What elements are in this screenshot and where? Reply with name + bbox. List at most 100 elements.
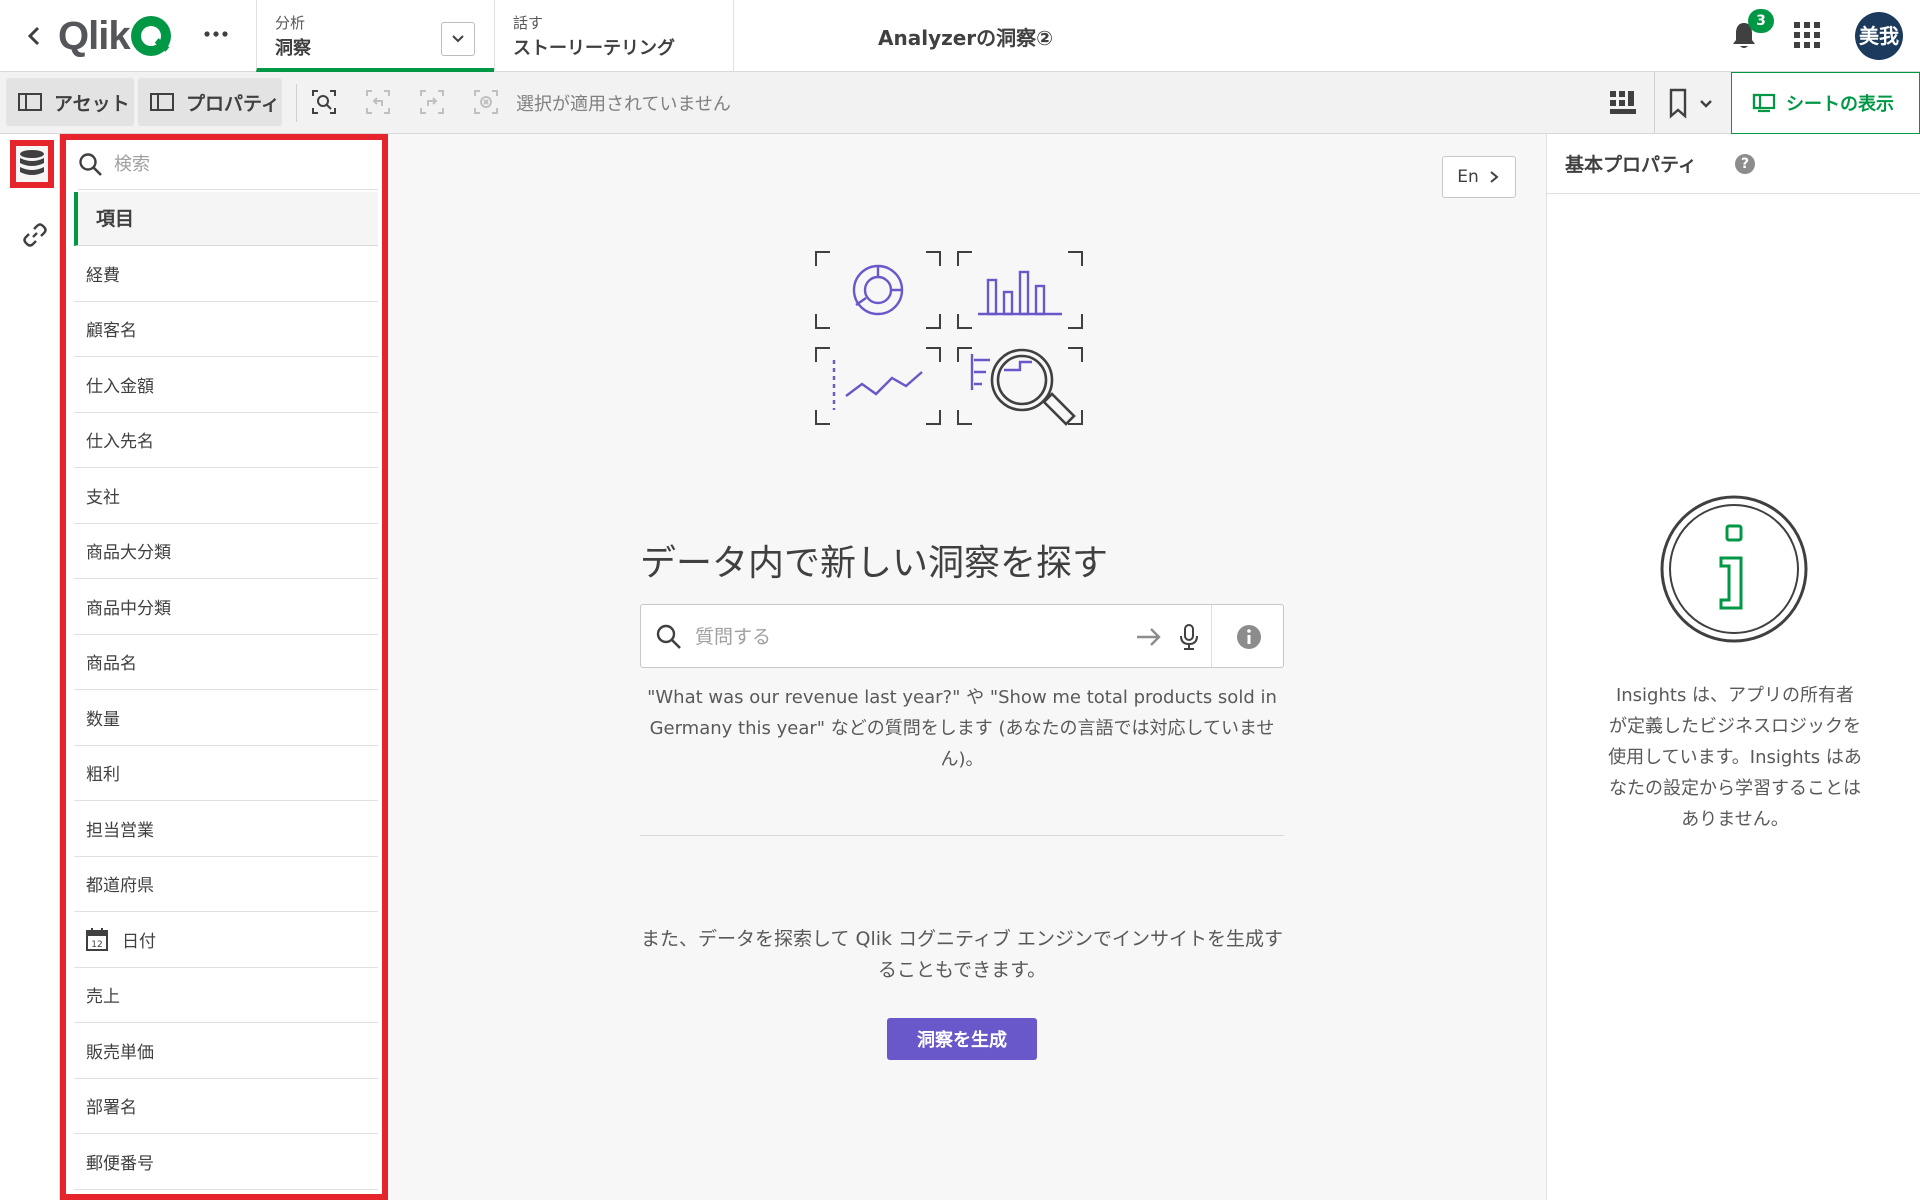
field-item-label: 都道府県 [86,876,154,897]
main-divider [640,835,1284,836]
field-item-label: 部署名 [86,1098,137,1119]
field-search-bar [78,140,378,190]
left-icon-rail [0,134,60,1200]
chevron-down-icon [452,35,464,43]
view-sheet-button[interactable]: シートの表示 [1731,72,1920,134]
language-button[interactable]: En [1442,156,1516,198]
field-item-label: 売上 [86,987,120,1008]
tab-narrate-label: 話す [513,14,544,32]
svg-text:12: 12 [91,940,102,950]
field-list: 経費顧客名仕入金額仕入先名支社商品大分類商品中分類商品名数量粗利担当営業都道府県… [74,246,378,1190]
field-item-label: 経費 [86,265,120,286]
field-item-label: 数量 [86,709,120,730]
view-sheet-label: シートの表示 [1786,94,1894,115]
field-item-label: 仕入先名 [86,432,154,453]
properties-panel: 基本プロパティ ? Insights は、アプリの所有者が定義したビジネスロジッ… [1546,134,1920,1200]
sheet-layout-icon[interactable] [1608,88,1638,118]
ask-question-input[interactable] [695,621,1115,653]
field-item[interactable]: 経費 [74,246,378,302]
field-item-label: 商品中分類 [86,598,171,619]
tab-analyze-value: 洞察 [275,38,311,59]
assets-label: アセット [54,92,130,115]
fields-tab-button[interactable] [10,140,54,188]
app-title: Analyzerの洞察② [878,26,1054,50]
field-item[interactable]: 顧客名 [74,302,378,357]
field-item-label: 販売単価 [86,1042,154,1063]
tab-analyze[interactable]: 分析 洞察 [256,0,494,72]
microphone-icon[interactable] [1179,623,1199,651]
field-item[interactable]: 販売単価 [74,1023,378,1079]
fields-header[interactable]: 項目 [74,192,378,246]
field-item[interactable]: 担当営業 [74,801,378,857]
tab-analyze-label: 分析 [275,14,306,32]
field-item-label: 郵便番号 [86,1153,154,1174]
field-item[interactable]: 商品大分類 [74,524,378,579]
insights-illustration [815,251,1083,426]
chevron-right-icon [1490,171,1499,183]
info-circle-icon [1660,495,1808,643]
field-item[interactable]: 粗利 [74,746,378,801]
field-item[interactable]: 支社 [74,468,378,524]
field-item[interactable]: 売上 [74,968,378,1023]
ask-box-separator [1211,605,1212,667]
tab-narrate[interactable]: 話す ストーリーテリング [494,0,734,72]
field-item-label: 仕入金額 [86,376,154,397]
step-forward-icon[interactable] [418,88,448,118]
info-icon[interactable] [1235,623,1263,651]
insights-canvas: En データ内で新しい洞察を探す 質問する "What was our reve… [388,134,1546,1200]
field-item-label: 粗利 [86,765,120,786]
smart-search-icon[interactable] [310,88,340,118]
properties-button[interactable]: プロパティ [138,78,282,126]
clear-selections-icon[interactable] [472,88,502,118]
field-item[interactable]: 部署名 [74,1079,378,1134]
no-selection-text: 選択が適用されていません [516,94,731,115]
apps-grid-icon[interactable] [1794,22,1820,48]
toolbar-divider [296,84,297,122]
assets-button[interactable]: アセット [6,78,134,126]
bookmark-icon [1669,88,1712,119]
calendar-icon: 12 [86,928,108,952]
generate-insights-button[interactable]: 洞察を生成 [887,1018,1037,1060]
user-avatar[interactable]: 美我 [1855,12,1903,60]
field-item-label: 日付 [122,931,156,952]
field-item[interactable]: 仕入金額 [74,357,378,413]
logo-text: Qlik [58,13,131,58]
panel-right-icon [150,93,174,111]
properties-title: 基本プロパティ [1565,154,1697,176]
field-item[interactable]: 12 日付 [74,912,378,968]
database-icon [20,150,44,175]
tab-narrate-value: ストーリーテリング [513,38,675,59]
properties-header: 基本プロパティ ? [1547,134,1920,194]
field-item[interactable]: 商品名 [74,635,378,690]
more-menu-button[interactable] [204,18,228,55]
bookmark-button[interactable] [1654,72,1730,134]
field-item[interactable]: 仕入先名 [74,413,378,468]
link-icon[interactable] [22,222,48,248]
analyze-dropdown-button[interactable] [441,22,475,56]
cognitive-engine-text: また、データを探索して Qlik コグニティブ エンジンでインサイトを生成するこ… [641,928,1283,981]
field-item-label: 支社 [86,487,120,508]
panel-left-icon [18,93,42,111]
properties-label: プロパティ [186,92,280,115]
language-label: En [1457,167,1479,187]
sheet-icon [1752,93,1776,113]
logo-q-mark [130,16,171,56]
question-hint-text: "What was our revenue last year?" や "Sho… [647,687,1277,770]
search-icon [79,152,102,176]
ask-question-box [640,604,1284,668]
field-search-input[interactable] [114,154,354,175]
fields-panel: 項目 経費顧客名仕入金額仕入先名支社商品大分類商品中分類商品名数量粗利担当営業都… [60,134,388,1200]
field-item[interactable]: 都道府県 [74,857,378,912]
field-item-label: 商品名 [86,654,137,675]
help-icon[interactable]: ? [1735,154,1755,174]
field-item[interactable]: 郵便番号 [74,1134,378,1190]
toolbar: アセット プロパティ 選択が適用されていません シートの表示 [0,72,1920,134]
back-button[interactable] [22,20,52,52]
field-item[interactable]: 数量 [74,690,378,746]
field-item-label: 商品大分類 [86,543,171,564]
qlik-logo[interactable]: Qlik [58,12,171,60]
step-back-icon[interactable] [364,88,394,118]
field-item-label: 担当営業 [86,820,154,841]
field-item[interactable]: 商品中分類 [74,579,378,635]
submit-arrow-icon[interactable] [1135,625,1163,649]
